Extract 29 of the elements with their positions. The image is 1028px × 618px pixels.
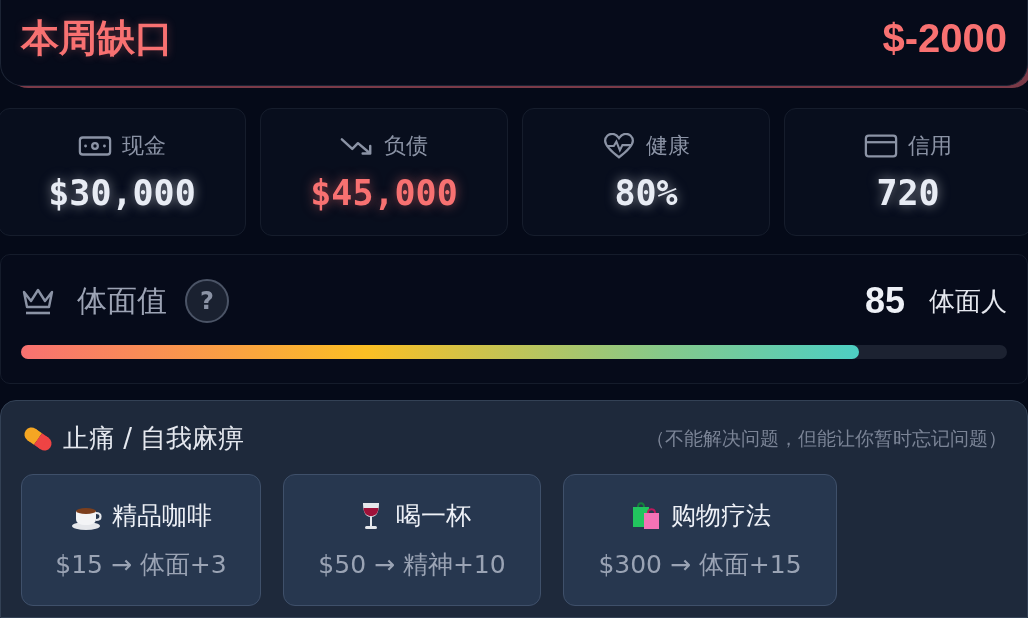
shortfall-value: $-2000 [882,16,1007,61]
dignity-rank: 体面人 [929,284,1007,318]
dignity-label: 体面值 [77,281,167,320]
option-card[interactable]: 喝一杯 $50 → 精神+10 [283,474,541,606]
stat-label: 负债 [384,132,428,160]
stat-label: 现金 [122,132,166,160]
stat-value: 720 [876,173,940,213]
option-name: 购物疗法 [671,500,771,532]
option-effect: $50 → 精神+10 [318,549,506,581]
option-card[interactable]: 精品咖啡 $15 → 体面+3 [21,474,261,606]
stat-value: $45,000 [310,173,458,213]
credit-card-icon [864,133,898,159]
banknote-icon [78,133,112,159]
option-effect: $15 → 体面+3 [55,549,227,581]
section-title: 止痛 / 自我麻痹 [63,422,245,455]
shortfall-label: 本周缺口 [21,15,173,62]
dignity-score: 85 [864,280,905,322]
stat-value: 80% [614,173,678,213]
crown-icon [21,286,55,316]
stat-label: 信用 [908,132,952,160]
section-note: （不能解决问题，但能让你暂时忘记问题） [646,425,1007,451]
option-card[interactable]: 购物疗法 $300 → 体面+15 [563,474,837,606]
stat-label: 健康 [646,132,690,160]
option-effect: $300 → 体面+15 [598,549,802,581]
stat-value: $30,000 [48,173,196,213]
help-button[interactable]: ? [185,279,229,323]
heart-pulse-icon [602,133,636,159]
option-name: 精品咖啡 [112,500,212,532]
option-name: 喝一杯 [395,500,471,532]
